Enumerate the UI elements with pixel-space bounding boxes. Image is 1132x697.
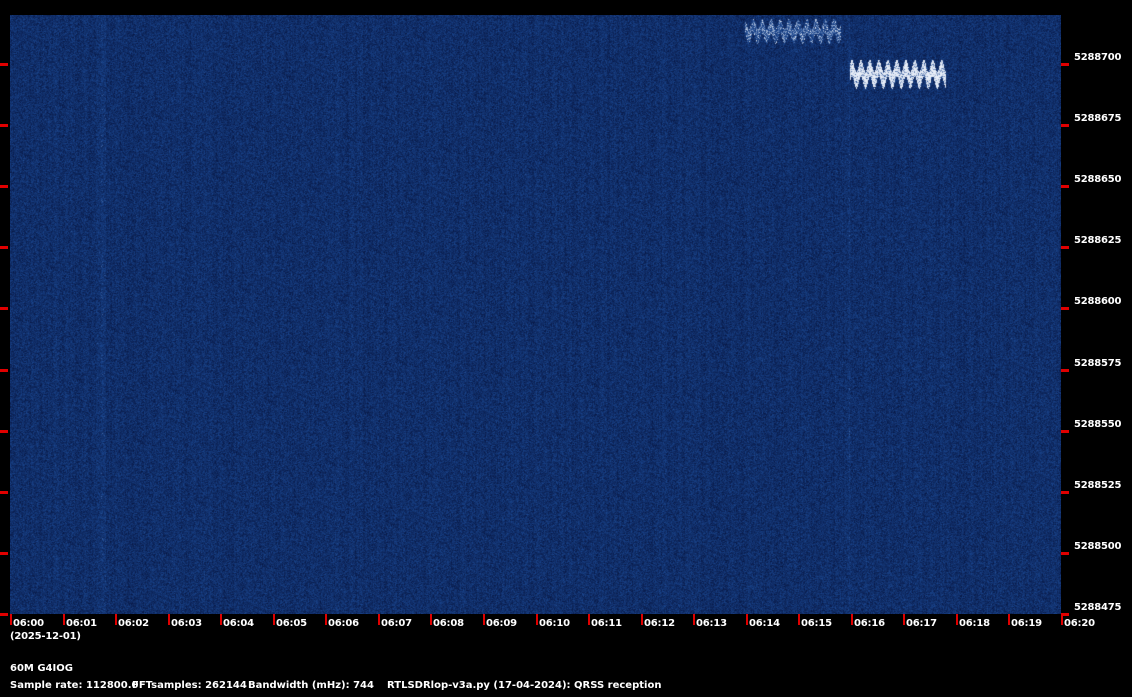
y-tick-right	[1061, 369, 1069, 372]
y-tick-right	[1061, 552, 1069, 555]
x-tick	[641, 614, 643, 625]
x-tick-label: 06:14	[749, 618, 780, 629]
y-tick-left	[0, 246, 8, 249]
y-tick-label: 5288550	[1074, 419, 1122, 430]
x-tick	[746, 614, 748, 625]
x-tick-label: 06:00	[13, 618, 44, 629]
bandwidth: Bandwidth (mHz): 744	[248, 680, 374, 691]
y-tick-right	[1061, 430, 1069, 433]
y-tick-left	[0, 430, 8, 433]
x-tick-label: 06:01	[66, 618, 97, 629]
x-tick	[430, 614, 432, 625]
x-tick	[220, 614, 222, 625]
x-tick-label: 06:08	[433, 618, 464, 629]
x-tick	[851, 614, 853, 625]
y-tick-right	[1061, 63, 1069, 66]
x-tick	[325, 614, 327, 625]
y-tick-left	[0, 63, 8, 66]
y-tick-left	[0, 185, 8, 188]
x-tick-label: 06:12	[644, 618, 675, 629]
x-tick-label: 06:17	[906, 618, 937, 629]
x-tick-label: 06:04	[223, 618, 254, 629]
x-tick	[1061, 614, 1063, 625]
x-tick	[693, 614, 695, 625]
y-tick-right	[1061, 246, 1069, 249]
x-tick-label: 06:07	[381, 618, 412, 629]
x-tick-label: 06:06	[328, 618, 359, 629]
x-tick	[378, 614, 380, 625]
x-tick	[588, 614, 590, 625]
x-tick-label: 06:18	[959, 618, 990, 629]
x-tick-label: 06:15	[801, 618, 832, 629]
y-tick-label: 5288500	[1074, 541, 1122, 552]
y-tick-label: 5288675	[1074, 113, 1122, 124]
software-info: RTLSDRlop-v3a.py (17-04-2024): QRSS rece…	[387, 680, 662, 691]
x-tick	[63, 614, 65, 625]
y-tick-label: 5288700	[1074, 52, 1122, 63]
x-tick	[1008, 614, 1010, 625]
x-tick-label: 06:09	[486, 618, 517, 629]
x-tick-label: 06:11	[591, 618, 622, 629]
y-tick-left	[0, 613, 8, 616]
y-tick-left	[0, 369, 8, 372]
x-tick	[903, 614, 905, 625]
x-tick-label: 06:19	[1011, 618, 1042, 629]
station-label: 60M G4IOG	[10, 663, 73, 674]
x-tick	[483, 614, 485, 625]
y-tick-right	[1061, 124, 1069, 127]
x-tick	[168, 614, 170, 625]
x-tick	[273, 614, 275, 625]
y-tick-label: 5288600	[1074, 296, 1122, 307]
x-tick-label: 06:10	[539, 618, 570, 629]
y-tick-label: 5288575	[1074, 358, 1122, 369]
x-tick-label: 06:20	[1064, 618, 1095, 629]
y-tick-right	[1061, 185, 1069, 188]
x-tick-label: 06:13	[696, 618, 727, 629]
y-tick-left	[0, 307, 8, 310]
x-tick-label: 06:02	[118, 618, 149, 629]
x-tick-label: 06:03	[171, 618, 202, 629]
x-tick	[956, 614, 958, 625]
x-tick	[536, 614, 538, 625]
y-tick-right	[1061, 491, 1069, 494]
x-tick-label: 06:16	[854, 618, 885, 629]
x-tick-label: 06:05	[276, 618, 307, 629]
fft-samples: FFTsamples: 262144	[132, 680, 247, 691]
y-tick-left	[0, 552, 8, 555]
waterfall-spectrogram	[10, 15, 1061, 614]
y-tick-label: 5288525	[1074, 480, 1122, 491]
x-tick	[798, 614, 800, 625]
y-tick-left	[0, 491, 8, 494]
x-tick	[115, 614, 117, 625]
date-label: (2025-12-01)	[10, 631, 81, 642]
y-tick-left	[0, 124, 8, 127]
sample-rate: Sample rate: 112800.0	[10, 680, 139, 691]
y-tick-label: 5288625	[1074, 235, 1122, 246]
y-tick-label: 5288475	[1074, 602, 1122, 613]
y-tick-label: 5288650	[1074, 174, 1122, 185]
y-tick-right	[1061, 307, 1069, 310]
x-tick	[10, 614, 12, 625]
